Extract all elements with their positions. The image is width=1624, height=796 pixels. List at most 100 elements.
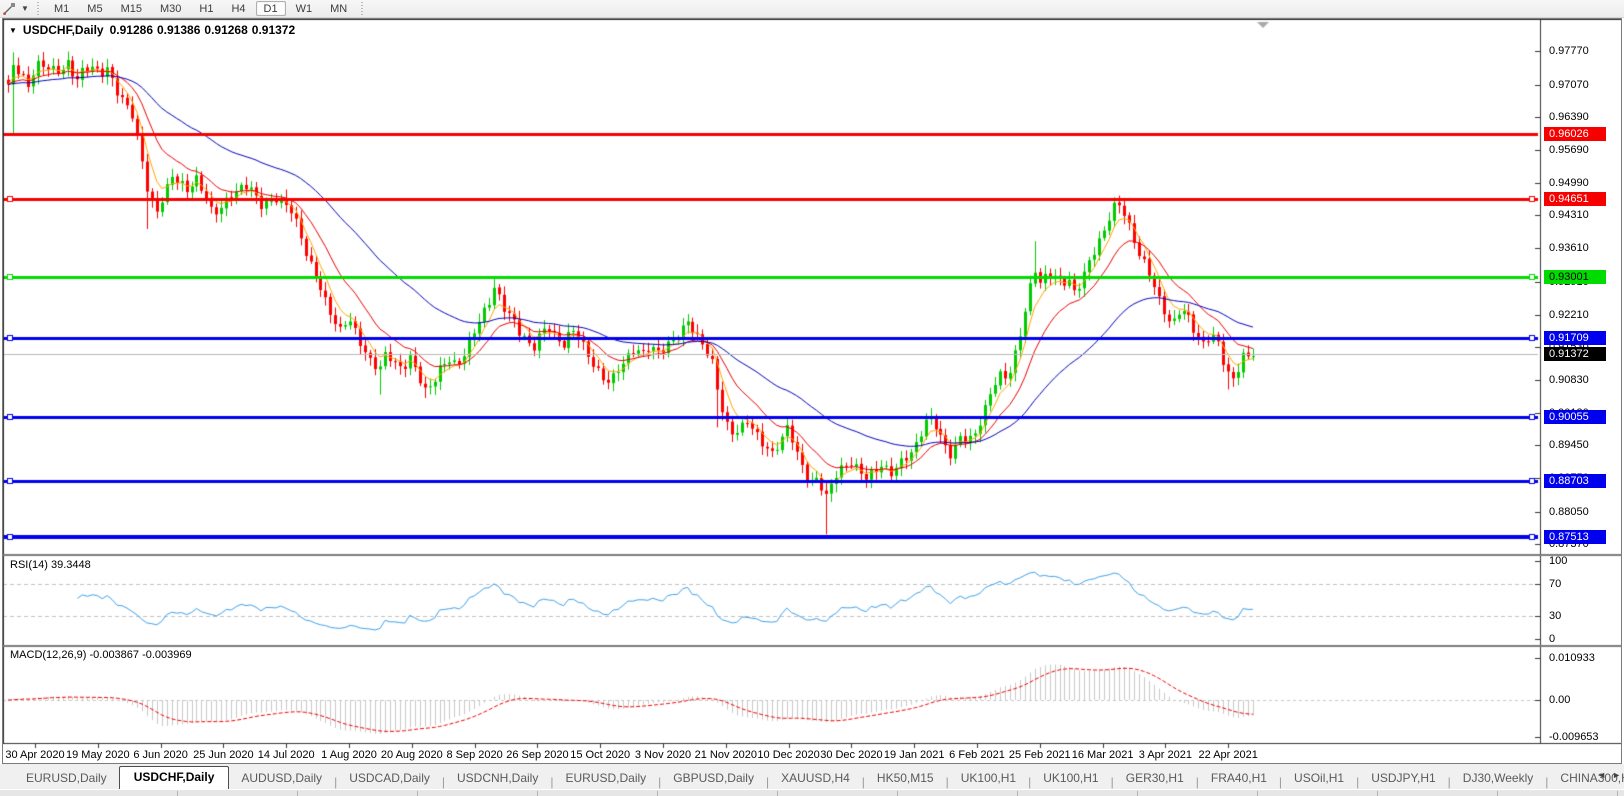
docked-panel-edge — [0, 789, 1624, 796]
tab-scroll-arrows: ◄ ► — [1597, 770, 1621, 780]
panel-column-separator — [1617, 791, 1618, 796]
macd-current-value: -0.003867 — [89, 649, 139, 661]
tab-scroll-right-icon[interactable]: ► — [1612, 770, 1621, 780]
date-tick-label: 21 Nov 2020 — [695, 749, 757, 761]
chart-tab-usdjpy-h1[interactable]: USDJPY,H1 — [1359, 768, 1447, 789]
chart-tab-gbpusd-daily[interactable]: GBPUSD,Daily — [661, 768, 766, 789]
level-price-label: 0.94651 — [1544, 192, 1606, 206]
price-tick-label: 0.93610 — [1549, 242, 1589, 254]
panel-column-separator — [657, 791, 658, 796]
tool-dropdown-caret-icon[interactable]: ▼ — [18, 1, 32, 17]
level-price-label: 0.90055 — [1544, 410, 1606, 424]
panel-column-separator — [417, 791, 418, 796]
panel-column-separator — [1377, 791, 1378, 796]
rsi-tick-label: 0 — [1549, 633, 1555, 645]
chart-tab-usdcnh-daily[interactable]: USDCNH,Daily — [445, 768, 550, 789]
ohlc-low: 0.91268 — [204, 23, 247, 37]
chart-canvas[interactable] — [3, 19, 1621, 763]
panel-column-separator — [1017, 791, 1018, 796]
date-tick-label: 3 Apr 2021 — [1139, 749, 1192, 761]
ohlc-close: 0.91372 — [252, 23, 295, 37]
rsi-pane-label: RSI(14) 39.3448 — [10, 559, 91, 571]
price-tick-label: 0.97070 — [1549, 79, 1589, 91]
panel-column-separator — [537, 791, 538, 796]
chart-tab-hk50-m15[interactable]: HK50,M15 — [865, 768, 946, 789]
macd-tick-label: 0.00 — [1549, 694, 1570, 706]
level-price-label: 0.93001 — [1544, 270, 1606, 284]
macd-tick-label: -0.009653 — [1549, 731, 1599, 743]
price-tick-label: 0.94990 — [1549, 177, 1589, 189]
timeframe-button-m30[interactable]: M30 — [152, 1, 189, 16]
panel-column-separator — [1137, 791, 1138, 796]
macd-pane-label: MACD(12,26,9) -0.003867 -0.003969 — [10, 649, 192, 661]
panel-column-separator — [897, 791, 898, 796]
price-tick-label: 0.88050 — [1549, 506, 1589, 518]
date-tick-label: 30 Dec 2020 — [820, 749, 882, 761]
panel-column-separator — [1257, 791, 1258, 796]
date-tick-label: 14 Jul 2020 — [258, 749, 315, 761]
chart-tab-fra40-h1[interactable]: FRA40,H1 — [1199, 768, 1279, 789]
date-tick-label: 15 Oct 2020 — [570, 749, 630, 761]
date-tick-label: 8 Sep 2020 — [446, 749, 502, 761]
date-tick-label: 22 Apr 2021 — [1199, 749, 1258, 761]
chart-tab-eurusd-daily[interactable]: EURUSD,Daily — [553, 768, 658, 789]
date-tick-label: 26 Sep 2020 — [506, 749, 568, 761]
toolbar-grip — [359, 2, 366, 16]
date-tick-label: 30 Apr 2020 — [5, 749, 64, 761]
price-tick-label: 0.97770 — [1549, 45, 1589, 57]
level-price-label: 0.96026 — [1544, 127, 1606, 141]
ohlc-high: 0.91386 — [157, 23, 200, 37]
date-tick-label: 19 Jan 2021 — [884, 749, 945, 761]
chart-tab-uk100-h1[interactable]: UK100,H1 — [1031, 768, 1110, 789]
panel-column-separator — [177, 791, 178, 796]
tab-scroll-left-icon[interactable]: ◄ — [1597, 770, 1606, 780]
panel-column-separator — [777, 791, 778, 796]
rsi-tick-label: 100 — [1549, 555, 1567, 567]
price-tick-label: 0.95690 — [1549, 144, 1589, 156]
ohlc-open: 0.91286 — [110, 23, 153, 37]
chart-symbol-period: USDCHF,Daily — [23, 23, 104, 37]
chart-tab-usoil-h1[interactable]: USOil,H1 — [1282, 768, 1356, 789]
chart-tab-xauusd-h4[interactable]: XAUUSD,H4 — [769, 768, 862, 789]
timeframe-button-d1[interactable]: D1 — [256, 1, 286, 16]
chart-tab-eurusd-daily[interactable]: EURUSD,Daily — [14, 768, 119, 789]
timeframe-button-m5[interactable]: M5 — [79, 1, 110, 16]
chart-tab-ger30-h1[interactable]: GER30,H1 — [1114, 768, 1196, 789]
chart-tab-audusd-daily[interactable]: AUDUSD,Daily — [229, 768, 334, 789]
timeframe-button-m1[interactable]: M1 — [46, 1, 77, 16]
chart-tab-dj30-weekly[interactable]: DJ30,Weekly — [1451, 768, 1545, 789]
chart-tab-usdcad-daily[interactable]: USDCAD,Daily — [337, 768, 442, 789]
bid-price-label: 0.91372 — [1544, 347, 1606, 361]
date-tick-label: 25 Feb 2021 — [1009, 749, 1071, 761]
chart-collapse-icon[interactable]: ▼ — [9, 26, 17, 35]
level-price-label: 0.91709 — [1544, 331, 1606, 345]
chart-tab-usdchf-daily[interactable]: USDCHF,Daily — [119, 766, 230, 789]
timeframe-button-m15[interactable]: M15 — [113, 1, 150, 16]
timeframe-button-mn[interactable]: MN — [322, 1, 355, 16]
price-tick-label: 0.92210 — [1549, 309, 1589, 321]
date-tick-label: 6 Jun 2020 — [133, 749, 187, 761]
level-price-label: 0.87513 — [1544, 530, 1606, 544]
toolbar: ▼ M1M5M15M30H1H4D1W1MN — [0, 0, 1624, 18]
panel-column-separator — [297, 791, 298, 796]
timeframe-button-h4[interactable]: H4 — [223, 1, 253, 16]
rsi-current-value: 39.3448 — [51, 559, 91, 571]
chart-window: ▼ USDCHF,Daily 0.91286 0.91386 0.91268 0… — [2, 18, 1622, 764]
timeframe-buttons: M1M5M15M30H1H4D1W1MN — [45, 1, 356, 16]
rsi-tick-label: 30 — [1549, 610, 1561, 622]
macd-indicator-name: MACD(12,26,9) — [10, 649, 86, 661]
timeframe-button-h1[interactable]: H1 — [191, 1, 221, 16]
date-tick-label: 19 May 2020 — [66, 749, 130, 761]
drawing-tool-icon[interactable] — [0, 1, 18, 17]
rsi-tick-label: 70 — [1549, 578, 1561, 590]
rsi-indicator-name: RSI(14) — [10, 559, 48, 571]
price-tick-label: 0.90830 — [1549, 374, 1589, 386]
chart-tab-uk100-h1[interactable]: UK100,H1 — [949, 768, 1028, 789]
toolbar-grip — [35, 2, 42, 16]
date-tick-label: 20 Aug 2020 — [381, 749, 443, 761]
macd-signal-current-value: -0.003969 — [142, 649, 192, 661]
chart-tabbar: EURUSD,DailyUSDCHF,DailyAUDUSD,Daily | U… — [0, 764, 1624, 789]
chart-title: ▼ USDCHF,Daily 0.91286 0.91386 0.91268 0… — [9, 23, 295, 37]
timeframe-button-w1[interactable]: W1 — [288, 1, 321, 16]
price-tick-label: 0.94310 — [1549, 209, 1589, 221]
